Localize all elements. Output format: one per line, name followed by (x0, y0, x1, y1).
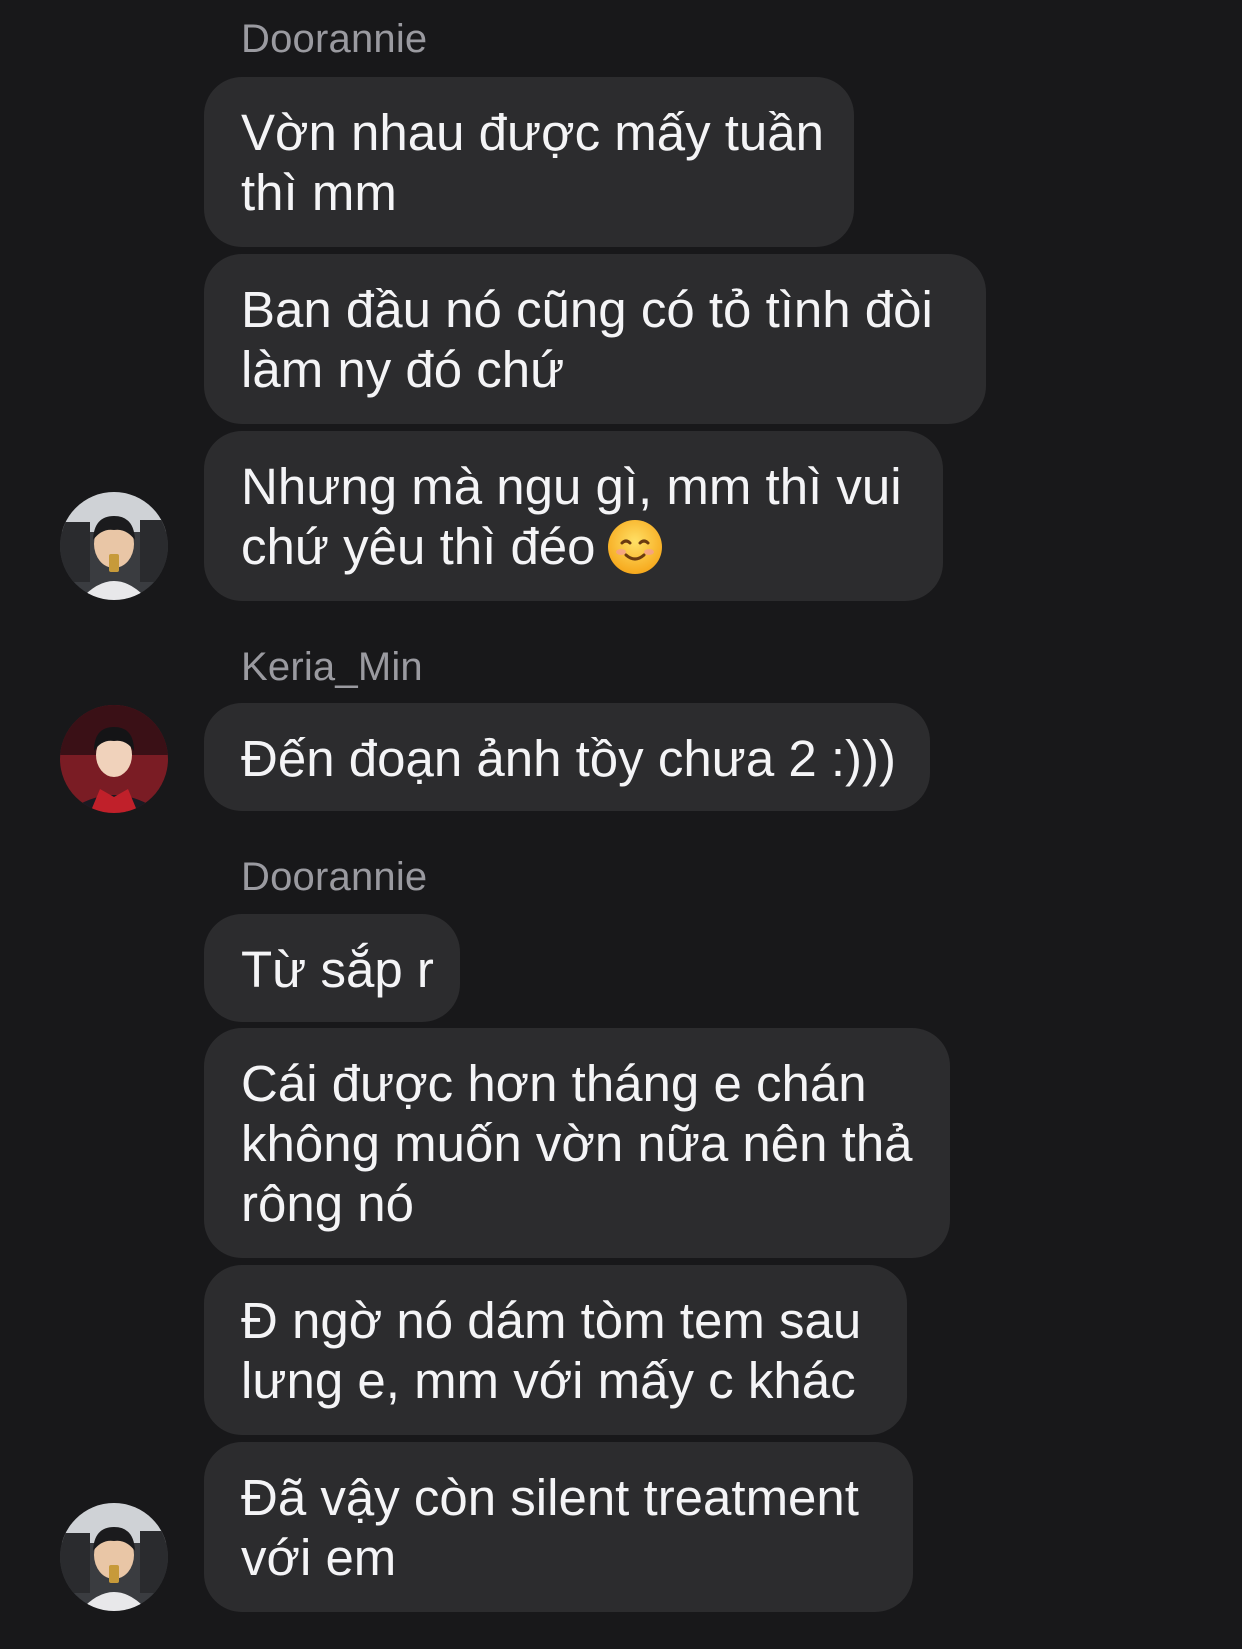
smiling-face-emoji-icon (606, 518, 664, 576)
message-bubble[interactable]: Vờn nhau được mấy tuần thì mm (204, 77, 854, 247)
message-bubble[interactable]: Đến đoạn ảnh tồy chưa 2 :))) (204, 703, 930, 811)
sender-name-keria-min: Keria_Min (241, 645, 423, 689)
message-text: Từ sắp r (241, 941, 434, 998)
message-text: không muốn vờn nữa nên thả (241, 1115, 913, 1172)
message-bubble[interactable]: Cái được hơn tháng e chán không muốn vờn… (204, 1028, 950, 1258)
message-text: Đã vậy còn silent treatment (241, 1469, 859, 1526)
message-text: Ban đầu nó cũng có tỏ tình đòi (241, 281, 933, 338)
sender-name-doorannie: Doorannie (241, 855, 428, 899)
message-bubble[interactable]: Từ sắp r (204, 914, 460, 1022)
sender-name-doorannie: Doorannie (241, 17, 428, 61)
message-text: Đ ngờ nó dám tòm tem sau (241, 1292, 862, 1349)
message-text: Vờn nhau được mấy tuần (241, 104, 825, 161)
message-text: Đến đoạn ảnh tồy chưa 2 :))) (241, 730, 897, 787)
message-text: chứ yêu thì đéo (241, 517, 907, 577)
message-text: thì mm (241, 164, 397, 221)
message-text: Nhưng mà ngu gì, mm thì vui (241, 458, 902, 515)
avatar-doorannie[interactable] (60, 1503, 168, 1611)
avatar-keria-min[interactable] (60, 705, 168, 813)
message-text: rông nó (241, 1175, 414, 1232)
message-bubble[interactable]: Đã vậy còn silent treatment với em (204, 1442, 913, 1612)
avatar-doorannie[interactable] (60, 492, 168, 600)
message-text: Cái được hơn tháng e chán (241, 1055, 867, 1112)
message-bubble[interactable]: Nhưng mà ngu gì, mm thì vui chứ yêu thì … (204, 431, 943, 601)
message-text: làm ny đó chứ (241, 341, 565, 398)
message-text: lưng e, mm với mấy c khác (241, 1352, 856, 1409)
message-text: với em (241, 1529, 397, 1586)
message-bubble[interactable]: Đ ngờ nó dám tòm tem sau lưng e, mm với … (204, 1265, 907, 1435)
message-bubble[interactable]: Ban đầu nó cũng có tỏ tình đòi làm ny đó… (204, 254, 986, 424)
message-text-segment: chứ yêu thì đéo (241, 518, 596, 575)
